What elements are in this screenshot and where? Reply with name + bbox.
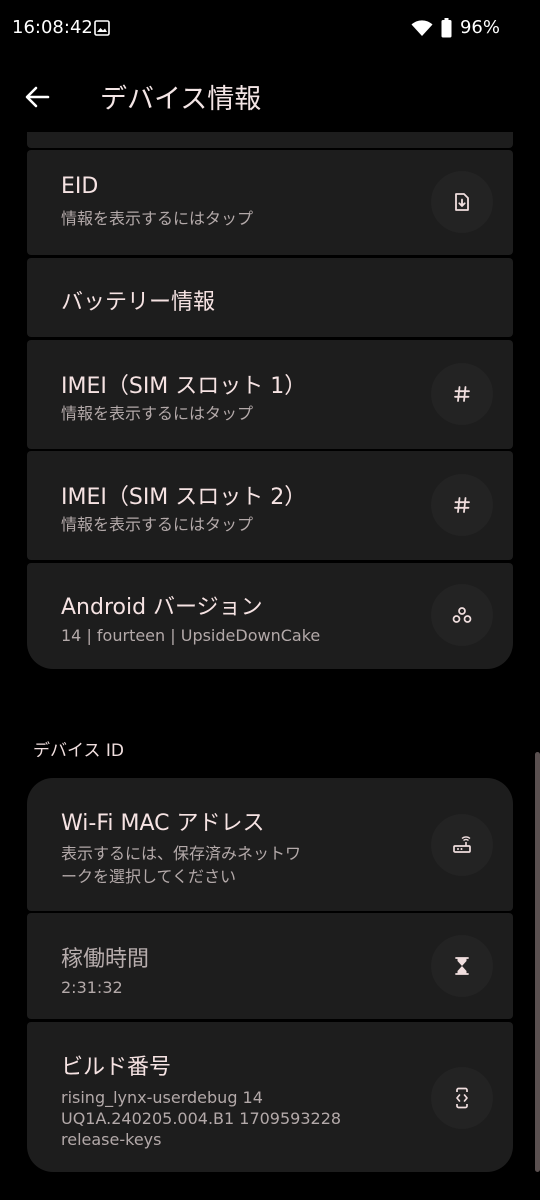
list-item-subtitle: 表示するには、保存済みネットワ bbox=[61, 844, 302, 863]
list-item-subtitle: 情報を表示するにはタップ bbox=[61, 404, 254, 423]
developer-mode-icon bbox=[456, 1087, 468, 1109]
list-item-subtitle: 情報を表示するにはタップ bbox=[61, 515, 254, 534]
list-item-title: IMEI（SIM スロット 2） bbox=[61, 485, 307, 510]
list-item-title: IMEI（SIM スロット 1） bbox=[61, 374, 307, 399]
list-item-uptime[interactable]: 稼働時間 2:31:32 bbox=[27, 913, 513, 1019]
battery-icon bbox=[441, 17, 452, 37]
status-bar: 16:08:42 6 96% bbox=[0, 0, 540, 60]
list-item-title: Wi-Fi MAC アドレス bbox=[61, 811, 265, 836]
image-icon bbox=[94, 20, 110, 36]
list-item-partial[interactable] bbox=[27, 132, 513, 148]
icon-container bbox=[431, 584, 493, 646]
icon-container bbox=[431, 935, 493, 997]
list-item-battery-info[interactable]: バッテリー情報 bbox=[27, 258, 513, 337]
svg-text:6: 6 bbox=[426, 30, 431, 37]
list-item-title: ビルド番号 bbox=[61, 1055, 172, 1080]
scrollbar[interactable] bbox=[535, 752, 540, 1172]
list-item-subtitle: release-keys bbox=[61, 1130, 162, 1149]
hash-icon bbox=[454, 386, 470, 402]
android-version-icon bbox=[452, 607, 472, 623]
icon-container bbox=[431, 171, 493, 233]
hourglass-icon bbox=[455, 957, 469, 975]
list-item-subtitle: 情報を表示するにはタップ bbox=[61, 209, 254, 228]
list-item-title: Android バージョン bbox=[61, 595, 263, 620]
icon-container bbox=[431, 1067, 493, 1129]
app-bar: デバイス情報 bbox=[0, 60, 540, 132]
back-button[interactable] bbox=[20, 80, 54, 114]
router-icon bbox=[453, 836, 471, 853]
list-item-subtitle: rising_lynx-userdebug 14 bbox=[61, 1088, 263, 1107]
list-item-subtitle: 14 | fourteen | UpsideDownCake bbox=[61, 626, 321, 645]
icon-container bbox=[431, 814, 493, 876]
arrow-back-icon bbox=[25, 86, 50, 108]
wifi-icon: 6 bbox=[411, 19, 433, 37]
section-header-device-id: デバイス ID bbox=[33, 741, 124, 761]
list-item-imei-2[interactable]: IMEI（SIM スロット 2） 情報を表示するにはタップ bbox=[27, 451, 513, 560]
status-time: 16:08:42 bbox=[12, 17, 93, 38]
page-title: デバイス情報 bbox=[100, 84, 262, 115]
battery-percent: 96% bbox=[459, 17, 500, 38]
list-item-eid[interactable]: EID 情報を表示するにはタップ bbox=[27, 150, 513, 255]
list-item-subtitle: UQ1A.240205.004.B1 1709593228 bbox=[61, 1109, 342, 1128]
list-item-title: EID bbox=[61, 174, 99, 199]
list-item-subtitle: ークを選択してください bbox=[61, 867, 237, 886]
status-right: 6 96% bbox=[411, 17, 500, 38]
icon-container bbox=[431, 474, 493, 536]
list-item-build-number[interactable]: ビルド番号 rising_lynx-userdebug 14 UQ1A.2402… bbox=[27, 1022, 513, 1172]
icon-container bbox=[431, 363, 493, 425]
list-item-title: 稼働時間 bbox=[61, 947, 150, 972]
list-item-imei-1[interactable]: IMEI（SIM スロット 1） 情報を表示するにはタップ bbox=[27, 340, 513, 449]
list-item-android-version[interactable]: Android バージョン 14 | fourteen | UpsideDown… bbox=[27, 563, 513, 669]
hash-icon bbox=[454, 497, 470, 513]
list-item-title: バッテリー情報 bbox=[61, 290, 216, 315]
sim-download-icon bbox=[455, 193, 469, 211]
list-item-wifi-mac[interactable]: Wi-Fi MAC アドレス 表示するには、保存済みネットワ ークを選択してくだ… bbox=[27, 778, 513, 911]
list-item-subtitle: 2:31:32 bbox=[61, 978, 123, 997]
